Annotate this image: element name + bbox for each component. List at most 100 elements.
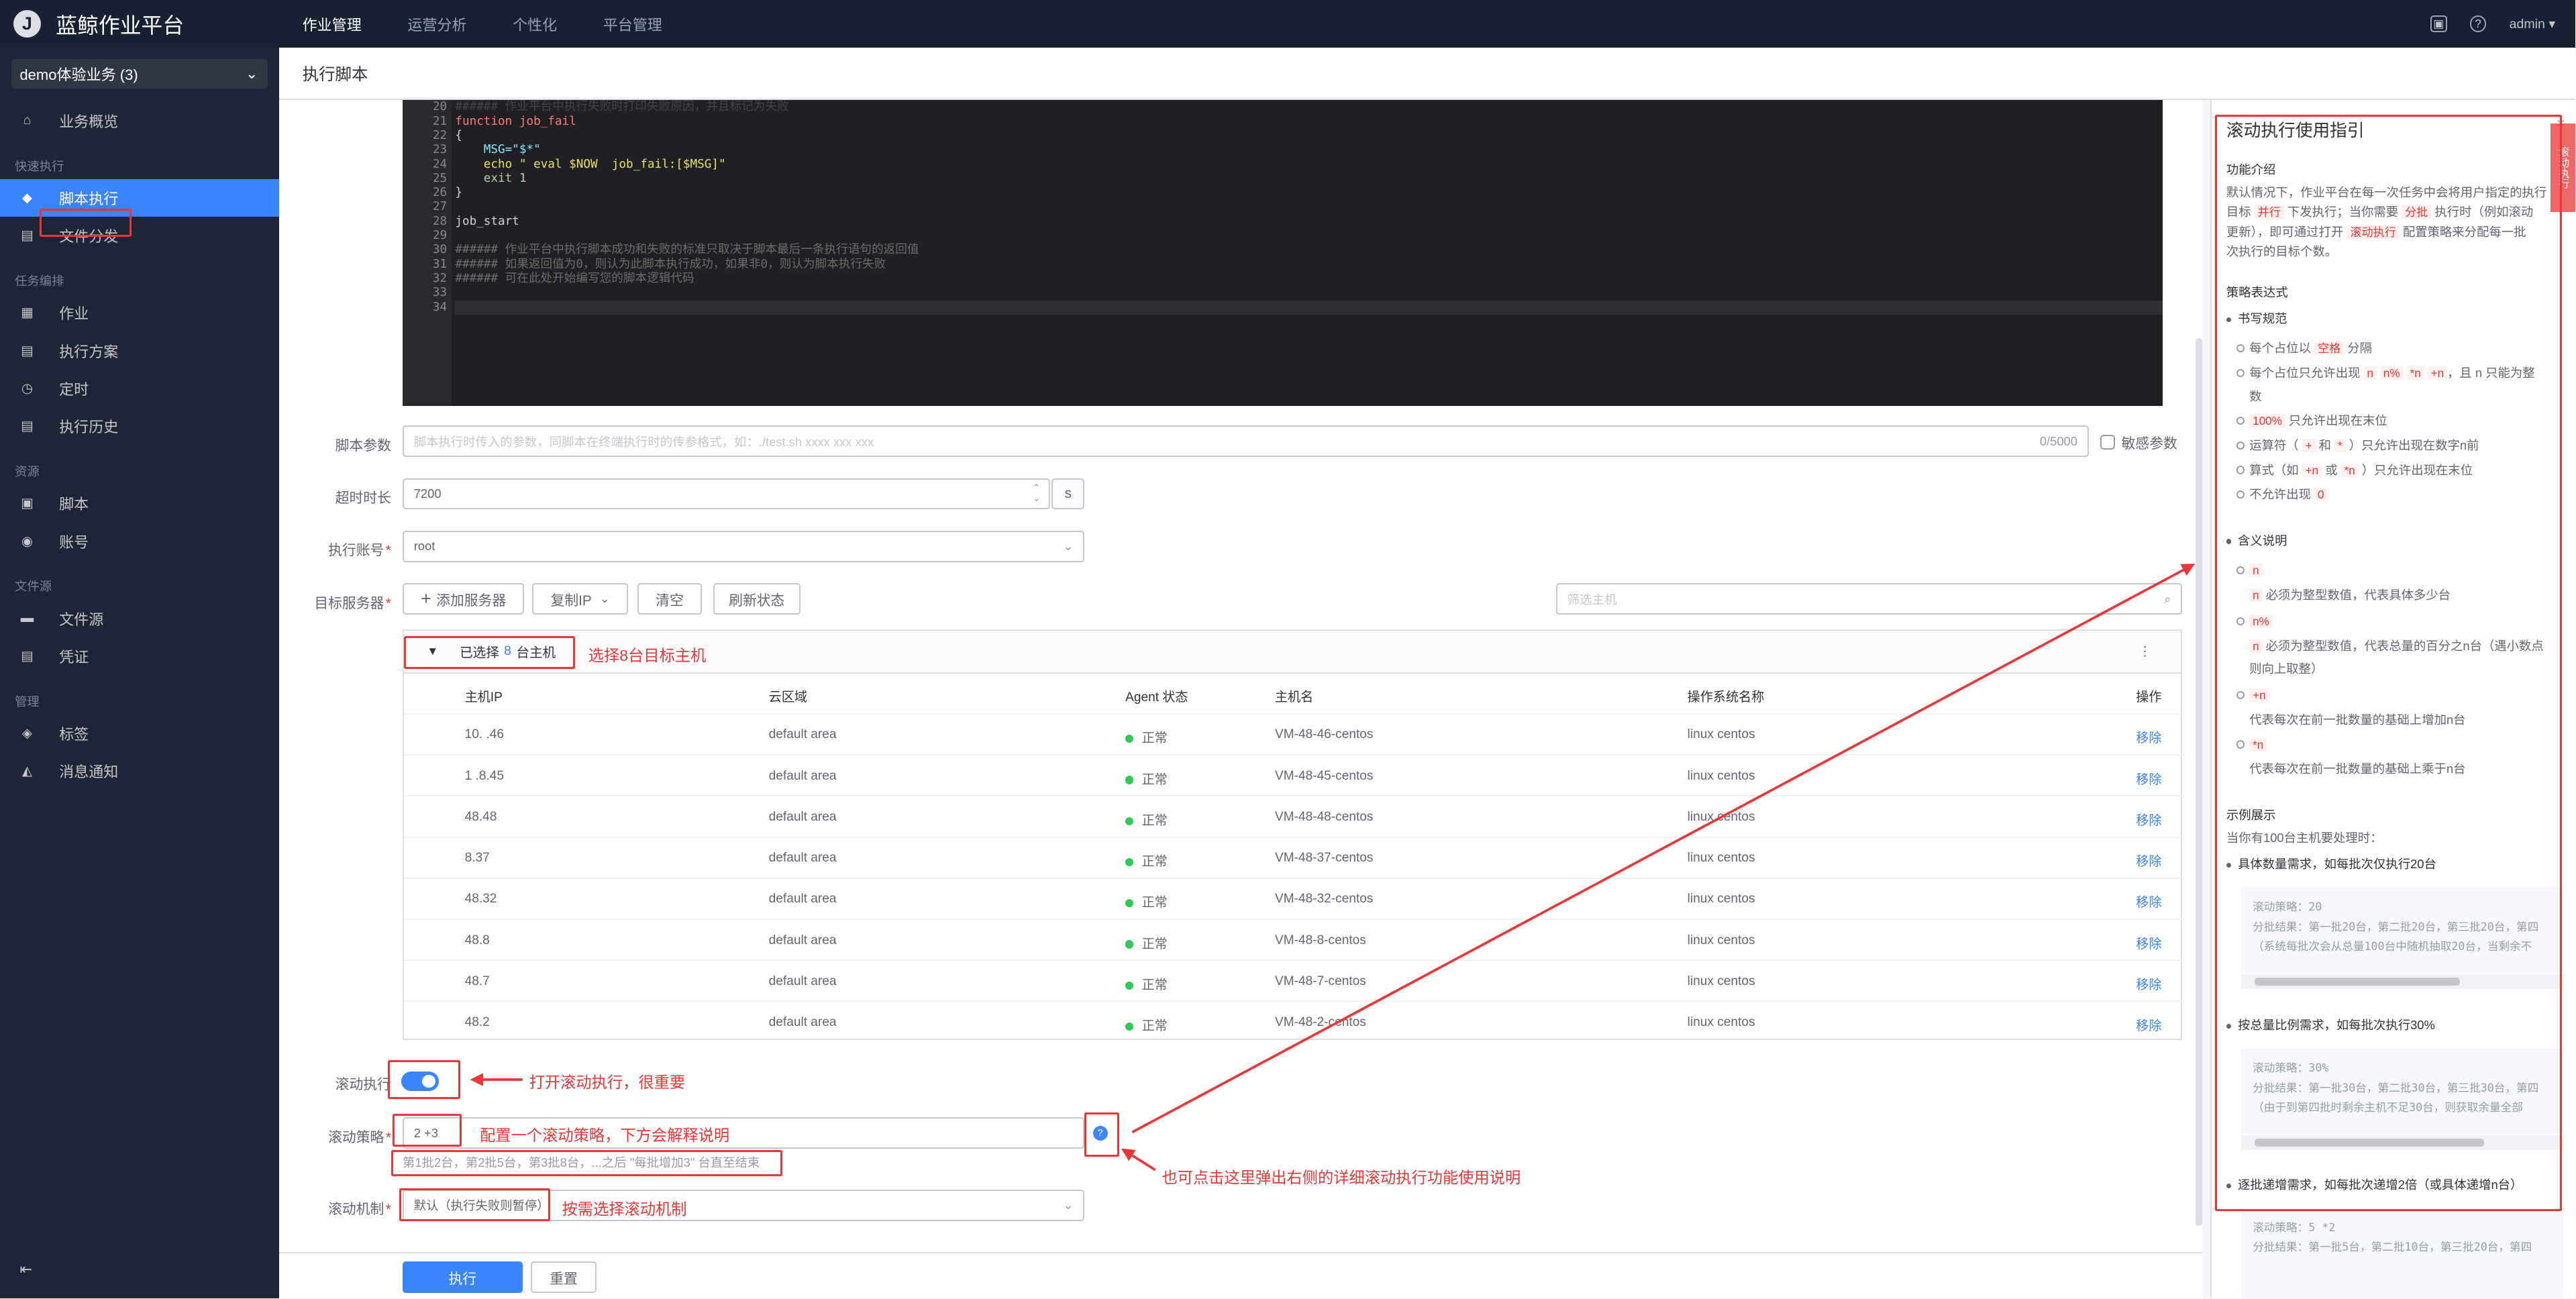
- copy-ip-label: 复制IP: [550, 592, 592, 609]
- execute-button[interactable]: 执行: [403, 1261, 523, 1293]
- stepper-icon[interactable]: ⌃ ⌄: [1032, 484, 1040, 503]
- sidebar-item-ticket[interactable]: ▤ 凭证: [0, 637, 279, 675]
- params-input[interactable]: 脚本执行时传入的参数，同脚本在终端执行时的传参格式，如：./test.sh xx…: [403, 425, 2089, 457]
- cell-hostname: VM-48-7-centos: [1274, 974, 1366, 988]
- sidebar-item-history[interactable]: ▤ 执行历史: [0, 407, 279, 445]
- sidebar-item-overview[interactable]: ⌂ 业务概览: [0, 102, 279, 140]
- code-line: ###### 作业平台中执行脚本成功和失败的标准只取决于脚本最后一条执行语句的返…: [455, 243, 919, 257]
- cell-area: default area: [768, 809, 837, 824]
- sidebar-item-cron[interactable]: ◷ 定时: [0, 370, 279, 407]
- sidebar-item-script[interactable]: ▣ 脚本: [0, 484, 279, 522]
- sidebar-item-tag[interactable]: ◈ 标签: [0, 715, 279, 752]
- editor-gutter: 20 21 22 23 24 25 26 27 28 29 30 31 32 3…: [403, 100, 452, 406]
- page-title: 执行脚本: [302, 65, 368, 84]
- chevron-down-icon: ⌄: [246, 65, 258, 83]
- sidebar-item-account[interactable]: ◉ 账号: [0, 523, 279, 560]
- filter-placeholder: 筛选主机: [1567, 592, 1617, 607]
- refresh-status-button[interactable]: 刷新状态: [713, 583, 801, 615]
- annotation-select-hosts: 选择8台目标主机: [588, 646, 707, 664]
- copy-ip-button[interactable]: 复制IP ⌄: [532, 583, 628, 615]
- code-line: MSG="$*": [455, 143, 541, 157]
- account-label-text: 执行账号: [328, 543, 384, 559]
- ticket-icon: ▤: [21, 649, 34, 664]
- status-text: 正常: [1141, 978, 1168, 992]
- topnav-platform[interactable]: 平台管理: [603, 13, 662, 35]
- line-number: 30: [432, 243, 448, 257]
- annotation-open-rolling: 打开滚动执行，很重要: [529, 1074, 686, 1092]
- sidebar-item-label: 标签: [59, 726, 89, 743]
- cell-os: linux centos: [1687, 1015, 1755, 1029]
- sidebar-item-job[interactable]: ▦ 作业: [0, 294, 279, 331]
- sidebar-item-label: 文件源: [59, 611, 104, 628]
- main-scrollbar[interactable]: [2195, 338, 2202, 1226]
- host-filter-input[interactable]: 筛选主机 ⌕: [1556, 583, 2183, 615]
- script-exec-icon: ◆: [21, 191, 32, 206]
- editor-code[interactable]: ###### 作业平台中执行失败时打印失败原因，并且标记为失败 function…: [455, 100, 2163, 315]
- timeout-input[interactable]: 7200 ⌃ ⌄: [403, 478, 1050, 510]
- remove-link[interactable]: 移除: [2136, 974, 2161, 993]
- params-label: 脚本参数: [335, 437, 391, 454]
- remove-link[interactable]: 移除: [2136, 769, 2161, 788]
- code-line: job_start: [455, 214, 519, 228]
- remove-link[interactable]: 移除: [2136, 727, 2161, 746]
- highlight-selected-hosts: [404, 635, 576, 669]
- folder-icon: ▬: [20, 611, 34, 626]
- status-text: 正常: [1141, 855, 1168, 870]
- sidebar-item-plan[interactable]: ▤ 执行方案: [0, 332, 279, 370]
- app-logo[interactable]: J 蓝鲸作业平台: [0, 9, 279, 40]
- line-number: 33: [432, 286, 448, 300]
- page-header: 执行脚本: [279, 48, 2575, 101]
- code-line: [455, 300, 2163, 315]
- mechanism-label-text: 滚动机制: [328, 1202, 384, 1218]
- code-line: {: [455, 128, 462, 142]
- clear-button[interactable]: 清空: [637, 583, 702, 615]
- cell-status: 正常: [1125, 933, 1168, 952]
- sidebar-item-notify[interactable]: ◭ 消息通知: [0, 752, 279, 790]
- more-icon[interactable]: ⋮: [2139, 643, 2152, 660]
- user-menu[interactable]: admin ▾: [2510, 16, 2556, 32]
- line-number: 28: [432, 214, 448, 228]
- status-dot: [1125, 776, 1134, 784]
- reset-button[interactable]: 重置: [531, 1261, 597, 1293]
- code-line: 滚动策略：5 *2: [2253, 1220, 2336, 1234]
- topnav-job-manage[interactable]: 作业管理: [303, 13, 362, 35]
- status-dot: [1125, 735, 1134, 743]
- history-icon: ▤: [21, 419, 34, 434]
- task-icon[interactable]: ▣: [2430, 15, 2447, 32]
- chevron-down-icon: ⌄: [1063, 1198, 1074, 1212]
- remove-link[interactable]: 移除: [2136, 851, 2161, 870]
- topnav-personal[interactable]: 个性化: [513, 13, 557, 35]
- help-icon[interactable]: ?: [2469, 15, 2487, 32]
- business-select[interactable]: demo体验业务 (3) ⌄: [11, 59, 268, 89]
- script-editor[interactable]: 20 21 22 23 24 25 26 27 28 29 30 31 32 3…: [403, 100, 2163, 406]
- account-select[interactable]: root ⌄: [403, 531, 1085, 562]
- cell-hostname: VM-48-45-centos: [1274, 768, 1374, 783]
- sidebar-group-resource: 资源: [15, 464, 40, 478]
- th-area: 云区域: [768, 690, 807, 705]
- remove-link[interactable]: 移除: [2136, 1015, 2161, 1034]
- footer-bar: 执行 重置: [279, 1252, 2202, 1298]
- clock-icon: ◷: [21, 381, 33, 397]
- code-line: ###### 如果返回值为0，则认为此脚本执行成功，如果非0，则认为脚本执行失败: [455, 257, 886, 271]
- remove-link[interactable]: 移除: [2136, 933, 2161, 952]
- code-line: echo " eval $NOW job_fail:[$MSG]": [455, 157, 726, 171]
- remove-link[interactable]: 移除: [2136, 810, 2161, 829]
- sidebar-item-file-source[interactable]: ▬ 文件源: [0, 600, 279, 637]
- sidebar-group-quick: 快速执行: [15, 158, 64, 173]
- params-count: 0/5000: [2039, 433, 2077, 448]
- sensitive-checkbox[interactable]: 敏感参数: [2100, 432, 2177, 452]
- remove-link[interactable]: 移除: [2136, 892, 2161, 911]
- code-line: ###### 作业平台中执行失败时打印失败原因，并且标记为失败: [455, 100, 789, 114]
- cell-os: linux centos: [1687, 933, 1755, 947]
- th-status: Agent 状态: [1125, 690, 1188, 705]
- sidebar-item-label: 脚本: [59, 496, 89, 513]
- topnav-analysis[interactable]: 运营分析: [407, 13, 466, 35]
- cell-hostname: VM-48-2-centos: [1274, 1015, 1366, 1029]
- add-server-button[interactable]: + 添加服务器: [403, 583, 525, 615]
- file-icon: ▤: [21, 228, 34, 244]
- status-dot: [1125, 940, 1134, 949]
- table-header-row: 主机IP 云区域 Agent 状态 主机名 操作系统名称 操作: [404, 674, 2184, 715]
- collapse-sidebar-icon[interactable]: ⇤: [19, 1261, 32, 1278]
